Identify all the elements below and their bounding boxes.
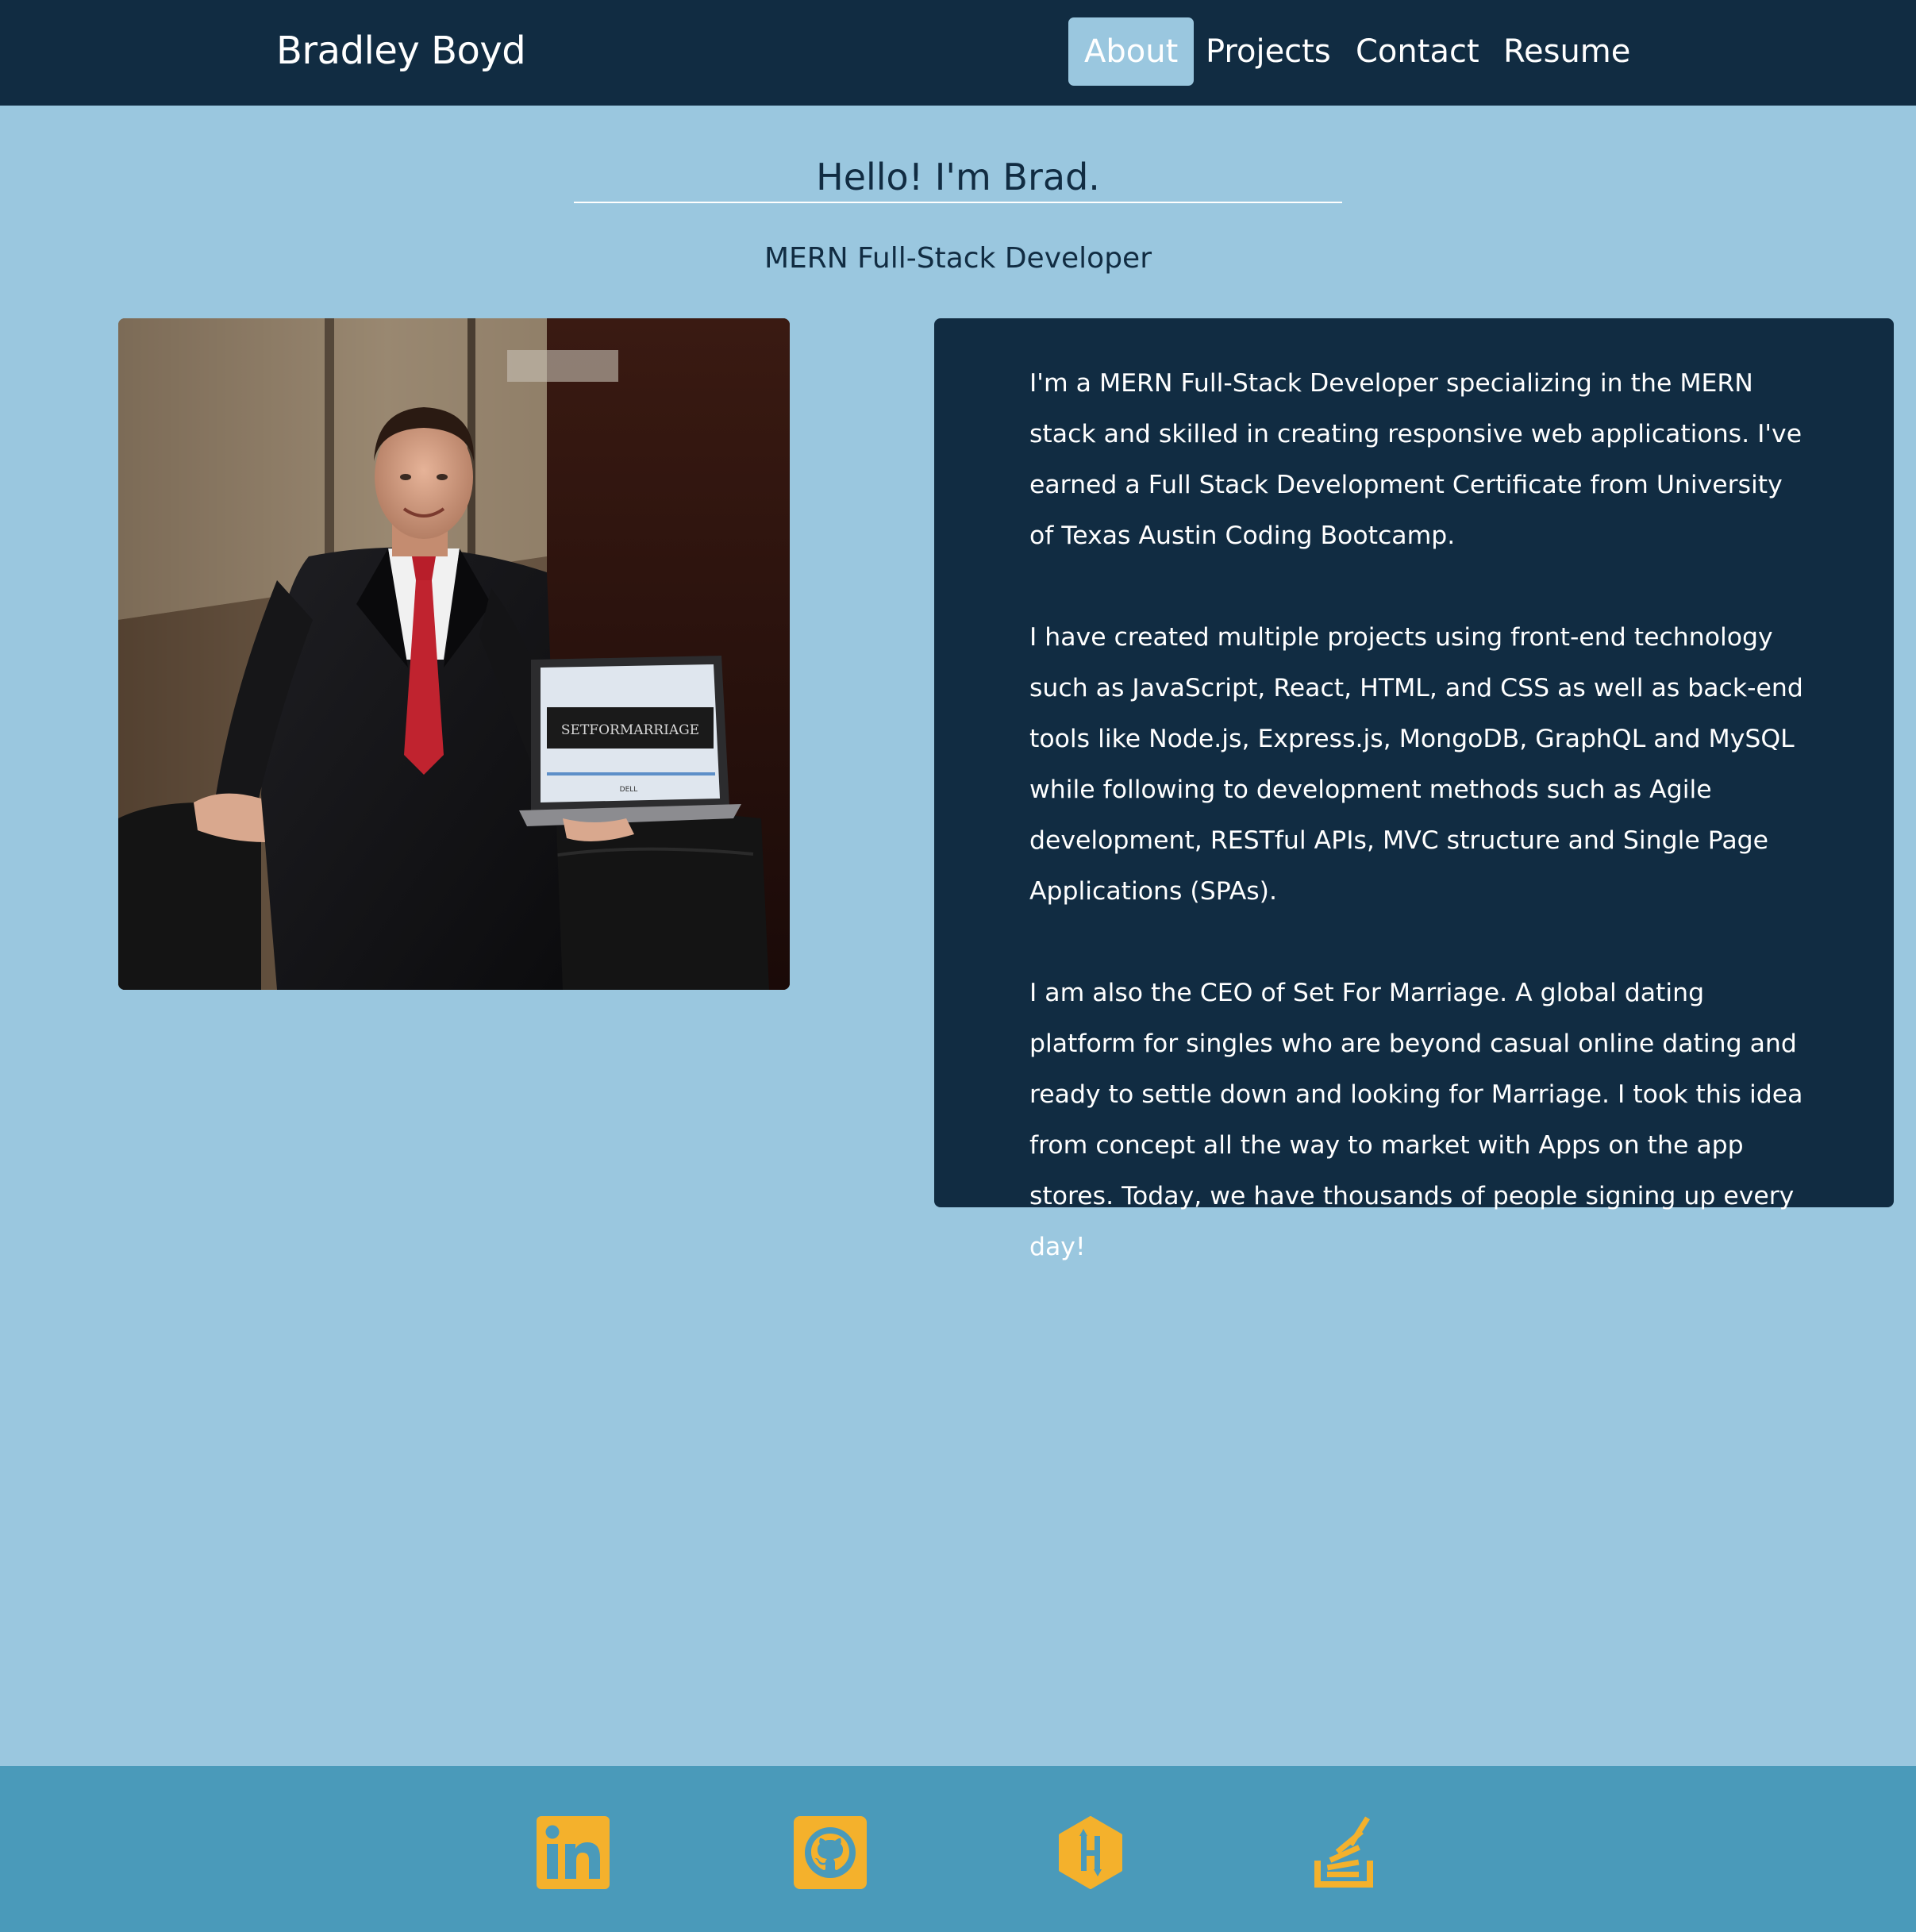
bio-paragraph: I am also the CEO of Set For Marriage. A…: [1029, 979, 1803, 1261]
nav-projects-link[interactable]: Projects: [1206, 17, 1331, 86]
stackoverflow-icon[interactable]: [1310, 1816, 1383, 1889]
page-subtitle: MERN Full-Stack Developer: [764, 242, 1152, 275]
bio-paragraph: I'm a MERN Full-Stack Developer speciali…: [1029, 369, 1803, 550]
brand-name[interactable]: Bradley Boyd: [276, 29, 526, 73]
footer: [0, 1766, 1916, 1932]
github-icon[interactable]: [794, 1816, 867, 1889]
page-title: Hello! I'm Brad.: [816, 156, 1100, 198]
nav-resume-link[interactable]: Resume: [1503, 17, 1630, 86]
bio-text: I'm a MERN Full-Stack Developer speciali…: [1029, 358, 1807, 1272]
nav-about-link[interactable]: About: [1068, 17, 1195, 86]
nav-contact-link[interactable]: Contact: [1356, 17, 1479, 86]
navbar: Bradley Boyd About Projects Contact Resu…: [0, 0, 1916, 106]
title-underline: [574, 202, 1342, 203]
laptop-screen-logo: SETFORMARRIAGE: [561, 722, 699, 738]
linkedin-icon[interactable]: [537, 1816, 610, 1889]
laptop-brand: DELL: [620, 786, 638, 794]
hashnode-icon[interactable]: [1054, 1816, 1127, 1889]
bio-paragraph: I have created multiple projects using f…: [1029, 623, 1803, 906]
bio-card: I'm a MERN Full-Stack Developer speciali…: [934, 318, 1894, 1261]
profile-photo: SETFORMARRIAGE DELL: [118, 318, 790, 990]
